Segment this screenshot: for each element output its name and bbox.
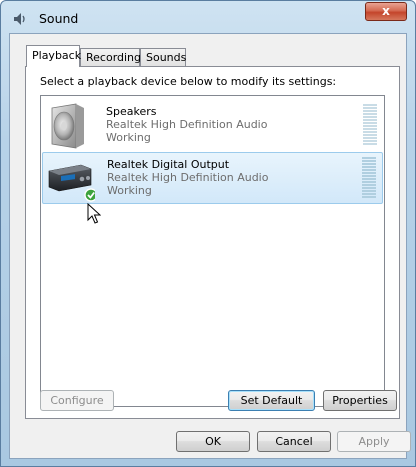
tab-label: Recording (86, 51, 142, 64)
apply-button[interactable]: Apply (337, 431, 411, 452)
list-item-realtek-digital-output[interactable]: Realtek Digital Output Realtek High Defi… (42, 152, 383, 204)
device-status: Working (106, 131, 151, 144)
tab-label: Playback (32, 49, 82, 62)
tab-label: Sounds (146, 51, 187, 64)
digital-output-icon (48, 164, 95, 202)
dialog-client-area: Playback Recording Sounds Select a playb… (9, 33, 411, 459)
device-status: Working (107, 184, 152, 197)
properties-button[interactable]: Properties (323, 390, 397, 411)
playback-panel: Select a playback device below to modify… (25, 66, 400, 419)
device-list[interactable]: Speakers Realtek High Definition Audio W… (40, 95, 385, 407)
volume-meter (362, 157, 376, 201)
cancel-button[interactable]: Cancel (257, 431, 331, 452)
instruction-text: Select a playback device below to modify… (40, 75, 337, 88)
device-driver: Realtek High Definition Audio (106, 118, 268, 131)
list-item-speakers[interactable]: Speakers Realtek High Definition Audio W… (42, 100, 383, 152)
close-button[interactable]: x (365, 2, 407, 21)
close-icon: x (382, 4, 390, 18)
speaker-icon (51, 103, 84, 149)
configure-button[interactable]: Configure (40, 390, 114, 411)
window-title: Sound (39, 11, 79, 26)
device-driver: Realtek High Definition Audio (107, 171, 269, 184)
volume-meter (363, 104, 377, 148)
speaker-volume-icon (14, 13, 25, 25)
tab-recording[interactable]: Recording (80, 48, 142, 66)
ok-button[interactable]: OK (176, 431, 250, 452)
device-name: Realtek Digital Output (107, 158, 230, 171)
tab-sounds[interactable]: Sounds (140, 48, 186, 66)
set-default-button[interactable]: Set Default (228, 390, 315, 411)
mouse-pointer-icon (87, 203, 101, 224)
sound-dialog-window: Sound x Playback Recording Sounds Select… (0, 0, 416, 467)
device-name: Speakers (106, 105, 157, 118)
tab-playback[interactable]: Playback (26, 45, 82, 67)
title-bar[interactable]: Sound x (1, 1, 415, 35)
